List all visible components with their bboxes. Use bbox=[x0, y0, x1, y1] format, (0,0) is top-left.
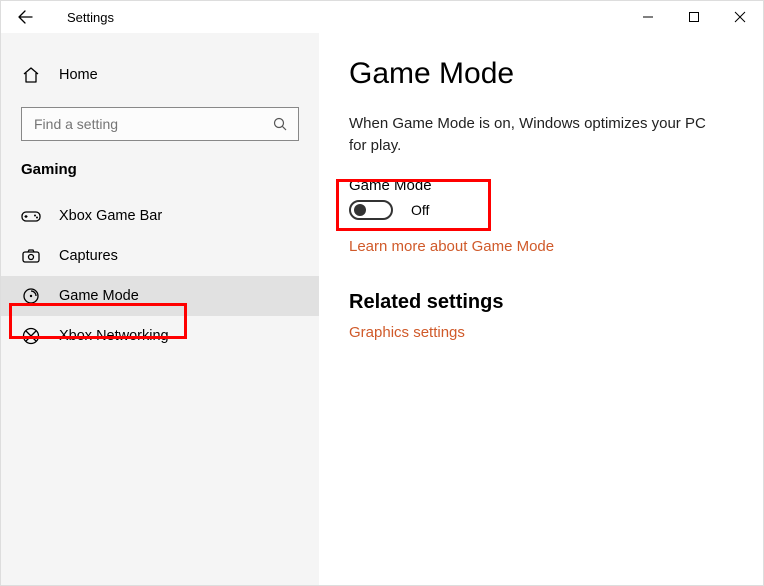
sidebar-item-game-mode[interactable]: Game Mode bbox=[1, 276, 319, 316]
search-input[interactable] bbox=[32, 115, 272, 133]
sidebar: Home Gaming Xbox Game Bar Captures bbox=[1, 33, 319, 585]
home-label: Home bbox=[59, 67, 98, 83]
window-title: Settings bbox=[67, 10, 114, 25]
page-description: When Game Mode is on, Windows optimizes … bbox=[349, 113, 719, 157]
sidebar-item-captures[interactable]: Captures bbox=[1, 236, 319, 276]
maximize-button[interactable] bbox=[671, 1, 717, 33]
game-mode-toggle-row: Off bbox=[349, 200, 733, 220]
game-mode-icon bbox=[21, 286, 41, 306]
minimize-icon bbox=[642, 11, 654, 23]
search-input-wrapper[interactable] bbox=[21, 107, 299, 141]
learn-more-link[interactable]: Learn more about Game Mode bbox=[349, 238, 554, 255]
captures-icon bbox=[21, 246, 41, 266]
page-title: Game Mode bbox=[349, 57, 733, 91]
app-body: Home Gaming Xbox Game Bar Captures bbox=[1, 33, 763, 585]
graphics-settings-link[interactable]: Graphics settings bbox=[349, 324, 465, 341]
content-pane: Game Mode When Game Mode is on, Windows … bbox=[319, 33, 763, 585]
section-label: Gaming bbox=[1, 159, 319, 196]
game-bar-icon bbox=[21, 206, 41, 226]
sidebar-item-label: Game Mode bbox=[59, 288, 139, 304]
toggle-state-text: Off bbox=[411, 202, 429, 218]
related-settings-heading: Related settings bbox=[349, 291, 733, 314]
window-controls bbox=[625, 1, 763, 33]
toggle-label: Game Mode bbox=[349, 177, 733, 194]
arrow-left-icon bbox=[17, 9, 33, 25]
home-nav[interactable]: Home bbox=[1, 55, 319, 95]
sidebar-item-xbox-networking[interactable]: Xbox Networking bbox=[1, 316, 319, 356]
back-button[interactable] bbox=[11, 3, 39, 31]
sidebar-item-label: Xbox Game Bar bbox=[59, 208, 162, 224]
sidebar-item-label: Captures bbox=[59, 248, 118, 264]
close-button[interactable] bbox=[717, 1, 763, 33]
toggle-knob bbox=[354, 204, 366, 216]
game-mode-toggle[interactable] bbox=[349, 200, 393, 220]
close-icon bbox=[734, 11, 746, 23]
sidebar-item-label: Xbox Networking bbox=[59, 328, 169, 344]
sidebar-item-xbox-game-bar[interactable]: Xbox Game Bar bbox=[1, 196, 319, 236]
xbox-icon bbox=[21, 326, 41, 346]
minimize-button[interactable] bbox=[625, 1, 671, 33]
search-icon bbox=[272, 116, 288, 132]
maximize-icon bbox=[688, 11, 700, 23]
titlebar: Settings bbox=[1, 1, 763, 33]
home-icon bbox=[21, 65, 41, 85]
